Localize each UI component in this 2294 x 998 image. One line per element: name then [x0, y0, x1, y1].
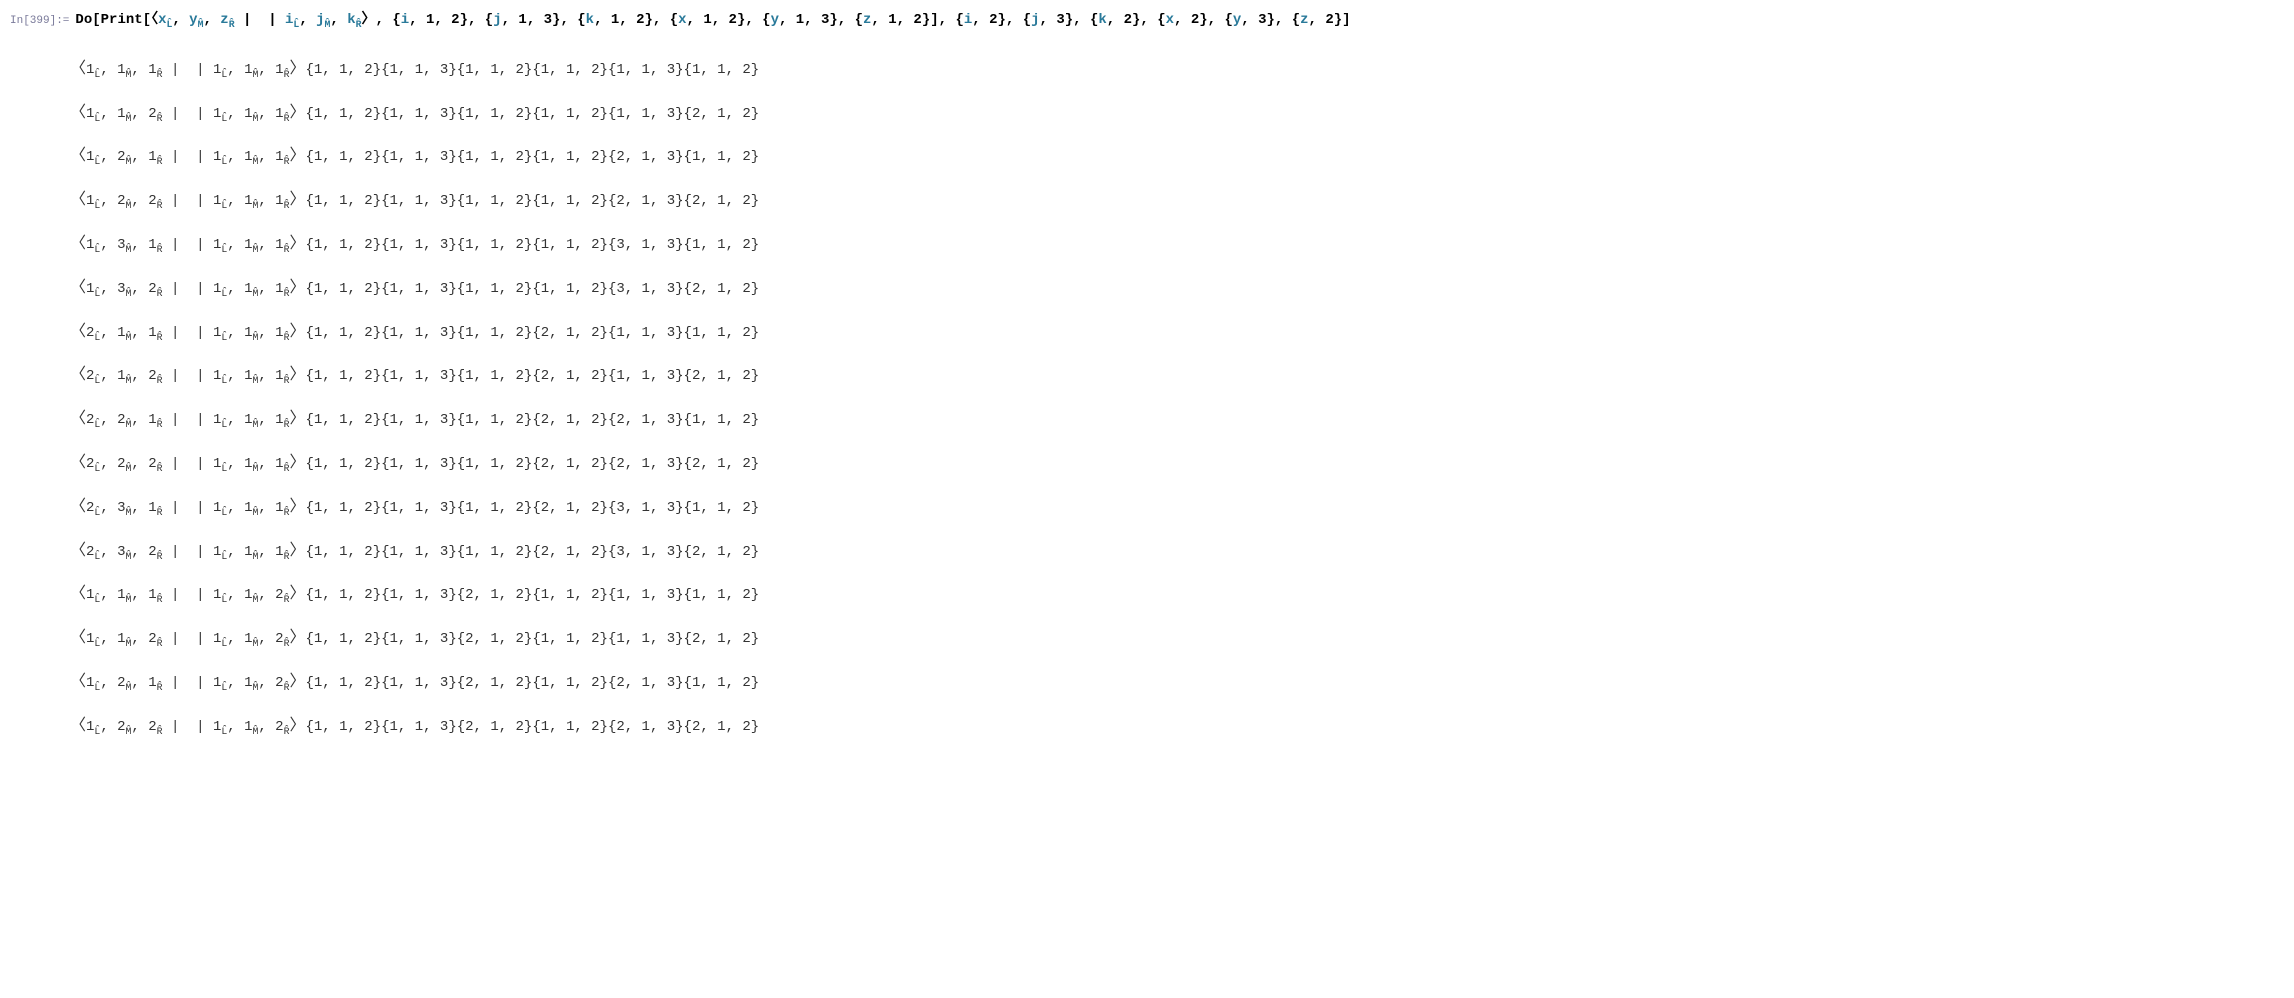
output-row: 〈1L̂, 1M̂, 1R̂ | | 1L̂, 1M̂, 1R̂〉{1, 1, … — [70, 54, 2284, 80]
print-range: {k, 1, 2} — [577, 12, 653, 28]
ket-var-j: jM̂ — [316, 12, 330, 28]
output-row: 〈2L̂, 1M̂, 1R̂ | | 1L̂, 1M̂, 1R̂〉{1, 1, … — [70, 317, 2284, 343]
output-row: 〈2L̂, 3M̂, 1R̂ | | 1L̂, 1M̂, 1R̂〉{1, 1, … — [70, 492, 2284, 518]
output-row: 〈2L̂, 1M̂, 2R̂ | | 1L̂, 1M̂, 1R̂〉{1, 1, … — [70, 360, 2284, 386]
do-range: {z, 2} — [1292, 12, 1342, 28]
ket-var-i: iL̂ — [285, 12, 299, 28]
input-code: Do[Print[〈xL̂, yM̂, zR̂ | | iL̂, jM̂, kR… — [75, 8, 1350, 30]
print-range: {y, 1, 3} — [762, 12, 838, 28]
do-range: {x, 2} — [1157, 12, 1207, 28]
print-keyword: Print — [101, 12, 143, 28]
bra-var-y: yM̂ — [189, 12, 203, 28]
input-cell[interactable]: In[399]:= Do[Print[〈xL̂, yM̂, zR̂ | | iL… — [10, 8, 2284, 30]
output-row: 〈1L̂, 1M̂, 2R̂ | | 1L̂, 1M̂, 1R̂〉{1, 1, … — [70, 98, 2284, 124]
output-row: 〈1L̂, 2M̂, 1R̂ | | 1L̂, 1M̂, 1R̂〉{1, 1, … — [70, 141, 2284, 167]
output-row: 〈1L̂, 2M̂, 2R̂ | | 1L̂, 1M̂, 2R̂〉{1, 1, … — [70, 711, 2284, 737]
output-row: 〈1L̂, 1M̂, 1R̂ | | 1L̂, 1M̂, 2R̂〉{1, 1, … — [70, 579, 2284, 605]
print-range: {j, 1, 3} — [485, 12, 561, 28]
output-row: 〈1L̂, 3M̂, 2R̂ | | 1L̂, 1M̂, 1R̂〉{1, 1, … — [70, 273, 2284, 299]
output-row: 〈1L̂, 3M̂, 1R̂ | | 1L̂, 1M̂, 1R̂〉{1, 1, … — [70, 229, 2284, 255]
do-range: {y, 3} — [1224, 12, 1274, 28]
output-row: 〈1L̂, 2M̂, 2R̂ | | 1L̂, 1M̂, 1R̂〉{1, 1, … — [70, 185, 2284, 211]
do-range: {k, 2} — [1090, 12, 1140, 28]
print-range: {z, 1, 2} — [855, 12, 931, 28]
do-range: {i, 2} — [955, 12, 1005, 28]
output-row: 〈1L̂, 1M̂, 2R̂ | | 1L̂, 1M̂, 2R̂〉{1, 1, … — [70, 623, 2284, 649]
in-label: In[399]:= — [10, 15, 69, 27]
bra-var-x: xL̂ — [158, 12, 172, 28]
do-keyword: Do — [75, 12, 92, 28]
output-row: 〈1L̂, 2M̂, 1R̂ | | 1L̂, 1M̂, 2R̂〉{1, 1, … — [70, 667, 2284, 693]
output-row: 〈2L̂, 2M̂, 1R̂ | | 1L̂, 1M̂, 1R̂〉{1, 1, … — [70, 404, 2284, 430]
bra-var-z: zR̂ — [220, 12, 234, 28]
print-range: {i, 1, 2} — [392, 12, 468, 28]
output-row: 〈2L̂, 3M̂, 2R̂ | | 1L̂, 1M̂, 1R̂〉{1, 1, … — [70, 536, 2284, 562]
do-range: {j, 3} — [1023, 12, 1073, 28]
print-range: {x, 1, 2} — [670, 12, 746, 28]
ket-var-k: kR̂ — [347, 12, 361, 28]
output-block: 〈1L̂, 1M̂, 1R̂ | | 1L̂, 1M̂, 1R̂〉{1, 1, … — [70, 54, 2284, 737]
output-row: 〈2L̂, 2M̂, 2R̂ | | 1L̂, 1M̂, 1R̂〉{1, 1, … — [70, 448, 2284, 474]
